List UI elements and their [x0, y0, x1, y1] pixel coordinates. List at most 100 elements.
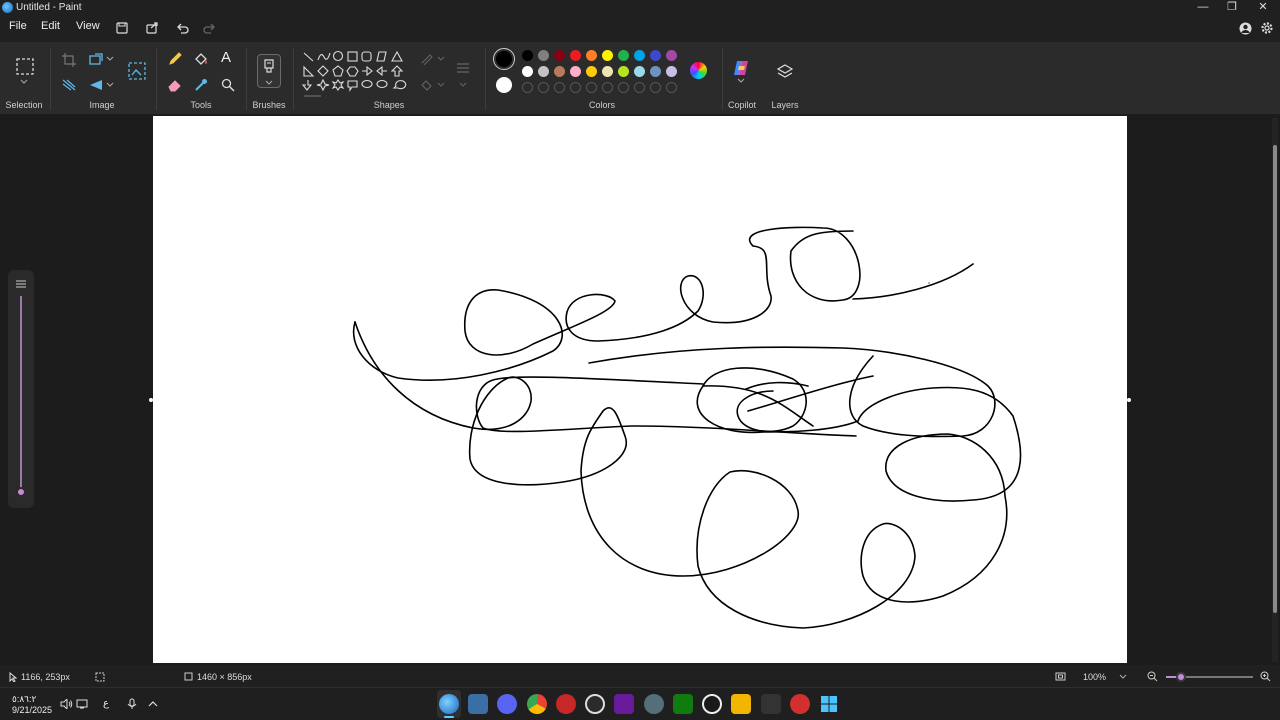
app-taskbar-icon[interactable] [556, 694, 576, 714]
save-icon[interactable] [116, 22, 128, 34]
chevron-down-icon[interactable] [437, 56, 445, 62]
color-swatch[interactable] [602, 66, 613, 77]
brush-size-thumb[interactable] [16, 487, 26, 497]
chevron-down-icon[interactable] [20, 79, 28, 85]
xbox-taskbar-icon[interactable] [673, 694, 693, 714]
notepad-taskbar-icon[interactable] [468, 694, 488, 714]
crop-icon[interactable] [62, 53, 76, 67]
chrome-taskbar-icon[interactable] [527, 694, 547, 714]
shapes-gallery[interactable] [301, 49, 407, 99]
magnifier-icon[interactable] [221, 78, 235, 92]
line-size-icon[interactable] [456, 62, 470, 74]
close-button[interactable]: ✕ [1248, 0, 1278, 16]
discord-taskbar-icon[interactable] [497, 694, 517, 714]
color-swatch[interactable] [650, 66, 661, 77]
color-swatch[interactable] [618, 66, 629, 77]
color-swatch[interactable] [554, 50, 565, 61]
settings-icon[interactable] [1260, 21, 1274, 35]
custom-color-slot[interactable] [618, 82, 629, 93]
color-swatch[interactable] [618, 50, 629, 61]
text-tool-icon[interactable]: A [221, 49, 231, 66]
color-swatch[interactable] [634, 66, 645, 77]
resize-icon[interactable] [89, 53, 103, 67]
color-swatch[interactable] [538, 50, 549, 61]
account-icon[interactable] [1239, 22, 1252, 35]
custom-color-slot[interactable] [650, 82, 661, 93]
minimize-button[interactable]: — [1188, 0, 1218, 16]
fill-bucket-icon[interactable] [194, 52, 209, 66]
custom-color-slot[interactable] [554, 82, 565, 93]
color-swatch[interactable] [634, 50, 645, 61]
color-swatch[interactable] [586, 66, 597, 77]
color-swatch[interactable] [522, 66, 533, 77]
windows-start-icon[interactable] [820, 695, 838, 713]
fit-to-window-icon[interactable] [1055, 671, 1066, 682]
undo-icon[interactable] [176, 22, 189, 34]
color-swatch[interactable] [666, 50, 677, 61]
color-swatch[interactable] [602, 50, 613, 61]
redo-icon[interactable] [203, 22, 216, 34]
copilot-icon[interactable] [733, 60, 750, 76]
chevron-down-icon[interactable] [737, 78, 745, 84]
custom-color-slot[interactable] [522, 82, 533, 93]
color-swatch[interactable] [570, 50, 581, 61]
color-swatch[interactable] [650, 50, 661, 61]
custom-color-slot[interactable] [602, 82, 613, 93]
chevron-down-icon[interactable] [1119, 674, 1127, 680]
chevron-down-icon[interactable] [459, 82, 467, 88]
network-icon[interactable] [76, 699, 88, 709]
chevron-down-icon[interactable] [106, 82, 114, 88]
menu-edit[interactable]: Edit [41, 20, 60, 32]
clock-date[interactable]: 9/21/2025 [12, 705, 52, 715]
input-language[interactable]: ع [103, 698, 109, 709]
shape-fill-icon[interactable] [420, 79, 434, 91]
next-taskbar-icon[interactable] [614, 694, 634, 714]
secondary-color-button[interactable] [496, 77, 512, 93]
brush-size-track[interactable] [20, 296, 22, 490]
file-explorer-taskbar-icon[interactable] [731, 694, 751, 714]
shape-outline-icon[interactable] [420, 53, 434, 65]
flip-icon[interactable] [89, 79, 103, 91]
canvas-resize-handle-right[interactable] [1127, 398, 1131, 402]
custom-color-slot[interactable] [634, 82, 645, 93]
selection-rectangle-icon[interactable] [16, 58, 34, 76]
paint-taskbar-icon[interactable] [439, 694, 459, 714]
color-picker-icon[interactable] [194, 78, 208, 92]
menu-view[interactable]: View [76, 20, 100, 32]
zoom-level[interactable]: 100% [1083, 672, 1106, 682]
image-effects-icon[interactable] [62, 79, 76, 91]
show-hidden-icons-chevron[interactable] [148, 700, 158, 707]
color-swatch[interactable] [570, 66, 581, 77]
menu-file[interactable]: File [9, 20, 27, 32]
steam-taskbar-icon[interactable] [585, 694, 605, 714]
custom-color-slot[interactable] [586, 82, 597, 93]
vertical-scrollbar-thumb[interactable] [1273, 145, 1277, 613]
settings-taskbar-icon[interactable] [644, 694, 664, 714]
primary-color-button[interactable] [493, 48, 515, 70]
zoom-out-icon[interactable] [1147, 671, 1158, 682]
color-swatch[interactable] [666, 66, 677, 77]
chevron-down-icon[interactable] [106, 56, 114, 62]
zoom-slider-thumb[interactable] [1176, 672, 1186, 682]
image-select-icon[interactable] [128, 62, 146, 80]
color-swatch[interactable] [586, 50, 597, 61]
custom-color-slot[interactable] [570, 82, 581, 93]
custom-color-slot[interactable] [666, 82, 677, 93]
eraser-icon[interactable] [168, 78, 182, 92]
color-swatch[interactable] [538, 66, 549, 77]
pencil-icon[interactable] [168, 52, 182, 66]
color-swatch[interactable] [522, 50, 533, 61]
microphone-icon[interactable] [127, 698, 137, 710]
edit-colors-icon[interactable] [690, 62, 707, 79]
volume-icon[interactable] [60, 699, 73, 709]
clock-time[interactable]: ٥:٨٦:٢ [12, 694, 36, 705]
search-taskbar-icon[interactable] [702, 694, 722, 714]
share-icon[interactable] [146, 22, 158, 34]
maximize-button[interactable]: ❐ [1217, 0, 1247, 16]
custom-color-slot[interactable] [538, 82, 549, 93]
app-taskbar-icon[interactable] [790, 694, 810, 714]
layers-icon[interactable] [777, 64, 793, 79]
color-swatch[interactable] [554, 66, 565, 77]
zoom-in-icon[interactable] [1260, 671, 1271, 682]
chevron-down-icon[interactable] [437, 82, 445, 88]
